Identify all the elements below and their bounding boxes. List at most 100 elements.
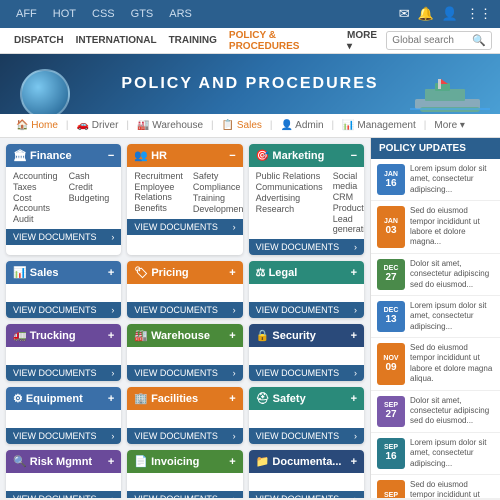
update-date: Dec 27 <box>377 259 405 290</box>
breadcrumb-management[interactable]: 📊 Management <box>336 118 422 133</box>
card-footer-trucking[interactable]: VIEW DOCUMENTS › <box>6 365 121 381</box>
card-footer-legal[interactable]: VIEW DOCUMENTS › <box>249 302 364 318</box>
card-toggle-security[interactable]: + <box>351 330 357 342</box>
top-nav-item-ars[interactable]: ARS <box>161 8 200 20</box>
view-docs-label-facilities: VIEW DOCUMENTS <box>134 431 218 441</box>
card-icon-invoicing: 📄 Invoicing <box>134 455 199 468</box>
search-input[interactable] <box>392 35 472 46</box>
card-toggle-equipment[interactable]: + <box>108 393 114 405</box>
top-nav-item-css[interactable]: CSS <box>84 8 123 20</box>
card-footer-documentation[interactable]: VIEW DOCUMENTS › <box>249 491 364 498</box>
update-date: Sep 03 <box>377 480 405 498</box>
grid-icon[interactable]: ⋮⋮ <box>466 6 492 22</box>
card-icon-security: 🔒 Security <box>256 329 316 342</box>
card-warehouse: 🏭 Warehouse + VIEW DOCUMENTS › <box>127 324 242 381</box>
sec-nav-international[interactable]: INTERNATIONAL <box>70 35 163 46</box>
card-header-sales: 📊 Sales + <box>6 261 121 284</box>
card-toggle-invoicing[interactable]: + <box>229 456 235 468</box>
card-header-equipment: ⚙ Equipment + <box>6 387 121 410</box>
breadcrumb-nav: 🏠 Home | 🚗 Driver | 🏭 Warehouse | 📋 Sale… <box>0 114 500 138</box>
card-header-trucking: 🚛 Trucking + <box>6 324 121 347</box>
card-footer-marketing[interactable]: VIEW DOCUMENTS › <box>249 239 364 255</box>
card-toggle-finance[interactable]: − <box>108 150 114 162</box>
card-documentation: 📁 Documenta... + VIEW DOCUMENTS › <box>249 450 364 498</box>
update-item: Sep 16 Lorem ipsum dolor sit amet, conse… <box>371 433 500 475</box>
bell-icon[interactable]: 🔔 <box>418 6 434 22</box>
sec-nav-training[interactable]: TRAINING <box>163 35 223 46</box>
card-toggle-riskmgmt[interactable]: + <box>108 456 114 468</box>
card-footer-pricing[interactable]: VIEW DOCUMENTS › <box>127 302 242 318</box>
card-icon-marketing: 🎯 Marketing <box>256 149 325 162</box>
breadcrumb-sales[interactable]: 📋 Sales <box>216 118 268 133</box>
view-docs-label-hr: VIEW DOCUMENTS <box>134 222 218 232</box>
view-docs-label-documentation: VIEW DOCUMENTS <box>256 494 340 498</box>
update-text: Lorem ipsum dolor sit amet, consectetur … <box>410 164 494 195</box>
card-footer-facilities[interactable]: VIEW DOCUMENTS › <box>127 428 242 444</box>
arrow-icon-invoicing: › <box>233 494 236 498</box>
breadcrumb-home[interactable]: 🏠 Home <box>10 118 64 133</box>
update-text: Dolor sit amet, consectetur adipiscing s… <box>410 259 494 290</box>
card-hr: 👥 HR − RecruitmentEmployee RelationsBene… <box>127 144 242 255</box>
breadcrumb-admin[interactable]: 👤 Admin <box>275 118 330 133</box>
user-icon[interactable]: 👤 <box>442 6 458 22</box>
card-toggle-facilities[interactable]: + <box>229 393 235 405</box>
card-header-legal: ⚖ Legal + <box>249 261 364 284</box>
card-footer-hr[interactable]: VIEW DOCUMENTS › <box>127 219 242 235</box>
view-docs-label-sales: VIEW DOCUMENTS <box>13 305 97 315</box>
card-toggle-pricing[interactable]: + <box>229 267 235 279</box>
mail-icon[interactable]: ✉ <box>399 6 410 22</box>
card-finance: 🏛 Finance − AccountingTaxesCost Accounts… <box>6 144 121 255</box>
arrow-icon-riskmgmt: › <box>111 494 114 498</box>
card-header-pricing: 🏷 Pricing + <box>127 261 242 284</box>
sec-nav-dispatch[interactable]: DISPATCH <box>8 35 70 46</box>
card-footer-riskmgmt[interactable]: VIEW DOCUMENTS › <box>6 491 121 498</box>
card-footer-warehouse[interactable]: VIEW DOCUMENTS › <box>127 365 242 381</box>
arrow-icon-finance: › <box>111 232 114 242</box>
card-icon-finance: 🏛 Finance <box>13 149 72 162</box>
card-footer-finance[interactable]: VIEW DOCUMENTS › <box>6 229 121 245</box>
card-footer-sales[interactable]: VIEW DOCUMENTS › <box>6 302 121 318</box>
card-security: 🔒 Security + VIEW DOCUMENTS › <box>249 324 364 381</box>
card-footer-equipment[interactable]: VIEW DOCUMENTS › <box>6 428 121 444</box>
breadcrumb-driver[interactable]: 🚗 Driver <box>71 118 125 133</box>
card-trucking: 🚛 Trucking + VIEW DOCUMENTS › <box>6 324 121 381</box>
top-nav-item-aff[interactable]: AFF <box>8 8 45 20</box>
sec-nav-more[interactable]: MORE ▾ <box>341 30 386 52</box>
card-icon-documentation: 📁 Documenta... <box>256 455 342 468</box>
card-header-documentation: 📁 Documenta... + <box>249 450 364 473</box>
view-docs-label-invoicing: VIEW DOCUMENTS <box>134 494 218 498</box>
arrow-icon-security: › <box>354 368 357 378</box>
card-icon-equipment: ⚙ Equipment <box>13 392 83 405</box>
card-toggle-warehouse[interactable]: + <box>229 330 235 342</box>
arrow-icon-safety: › <box>354 431 357 441</box>
card-toggle-documentation[interactable]: + <box>351 456 357 468</box>
card-icon-facilities: 🏢 Facilities <box>134 392 198 405</box>
card-footer-safety[interactable]: VIEW DOCUMENTS › <box>249 428 364 444</box>
card-toggle-marketing[interactable]: − <box>351 150 357 162</box>
top-nav-item-gts[interactable]: GTS <box>123 8 162 20</box>
card-icon-riskmgmt: 🔍 Risk Mgmnt <box>13 455 92 468</box>
breadcrumb-warehouse[interactable]: 🏭 Warehouse <box>131 118 209 133</box>
card-toggle-legal[interactable]: + <box>351 267 357 279</box>
card-footer-invoicing[interactable]: VIEW DOCUMENTS › <box>127 491 242 498</box>
top-nav-item-hot[interactable]: HOT <box>45 8 84 20</box>
card-toggle-hr[interactable]: − <box>229 150 235 162</box>
card-icon-pricing: 🏷 Pricing <box>134 266 188 279</box>
secondary-nav: DISPATCH INTERNATIONAL TRAINING POLICY &… <box>0 28 500 54</box>
update-item: Sep 03 Sed do eiusmod tempor incididunt … <box>371 475 500 498</box>
update-date: Nov 09 <box>377 343 405 385</box>
card-toggle-sales[interactable]: + <box>108 267 114 279</box>
update-date: Sep 16 <box>377 438 405 469</box>
update-date: Dec 13 <box>377 301 405 332</box>
arrow-icon-equipment: › <box>111 431 114 441</box>
card-toggle-safety[interactable]: + <box>351 393 357 405</box>
card-toggle-trucking[interactable]: + <box>108 330 114 342</box>
breadcrumb-more[interactable]: More ▾ <box>428 118 471 133</box>
search-box: 🔍 <box>386 31 492 50</box>
sec-nav-policy[interactable]: POLICY & PROCEDURES <box>223 30 341 52</box>
update-date: Jan 16 <box>377 164 405 195</box>
card-footer-security[interactable]: VIEW DOCUMENTS › <box>249 365 364 381</box>
card-facilities: 🏢 Facilities + VIEW DOCUMENTS › <box>127 387 242 444</box>
search-icon[interactable]: 🔍 <box>472 34 486 47</box>
view-docs-label-marketing: VIEW DOCUMENTS <box>256 242 340 252</box>
